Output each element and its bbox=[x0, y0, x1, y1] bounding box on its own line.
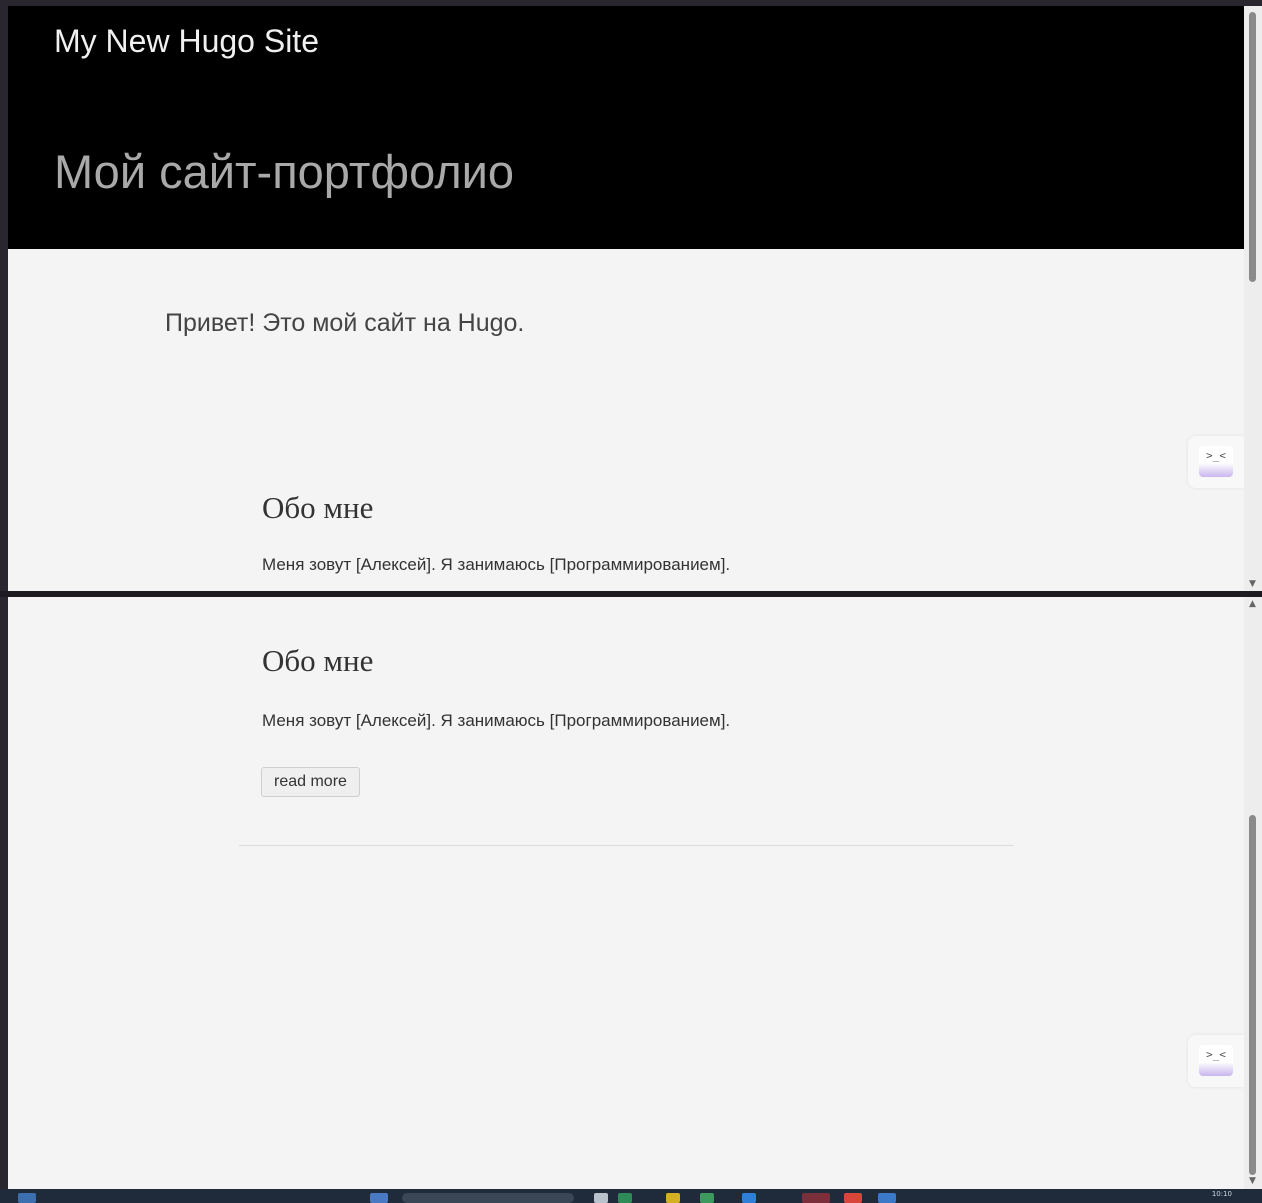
browser-viewport-bottom: Обо мне Меня зовут [Алексей]. Я занимаюс… bbox=[8, 597, 1244, 1189]
extension-widget[interactable]: >_< bbox=[1188, 1035, 1244, 1087]
post-title[interactable]: Обо мне bbox=[262, 643, 373, 679]
site-header: My New Hugo Site Мой сайт-портфолио bbox=[8, 6, 1244, 249]
taskbar-app-icon[interactable] bbox=[594, 1193, 608, 1203]
taskbar-app-icon[interactable] bbox=[666, 1193, 680, 1203]
post-divider bbox=[239, 845, 1014, 846]
intro-text: Привет! Это мой сайт на Hugo. bbox=[165, 309, 525, 337]
taskbar-app-icon[interactable] bbox=[844, 1193, 862, 1203]
post-summary: Меня зовут [Алексей]. Я занимаюсь [Прогр… bbox=[262, 711, 731, 730]
scroll-up-arrow-icon[interactable]: ▲ bbox=[1249, 600, 1256, 609]
scrollbar-top[interactable]: ▼ bbox=[1244, 6, 1262, 591]
site-title-link[interactable]: My New Hugo Site bbox=[54, 23, 319, 60]
taskbar-clock[interactable]: 10:10 bbox=[1212, 1190, 1232, 1198]
post-title[interactable]: Обо мне bbox=[262, 490, 373, 526]
hero-title: Мой сайт-портфолио bbox=[54, 145, 515, 198]
browser-viewport-top: My New Hugo Site Мой сайт-портфолио Прив… bbox=[8, 6, 1244, 591]
scrollbar-thumb-bottom[interactable] bbox=[1249, 815, 1256, 1175]
widget-face-icon: >_< bbox=[1199, 1045, 1233, 1076]
start-icon[interactable] bbox=[18, 1193, 36, 1203]
widget-face-icon: >_< bbox=[1199, 446, 1233, 477]
scrollbar-thumb-top[interactable] bbox=[1249, 12, 1256, 282]
scrollbar-bottom[interactable]: ▲ ▼ bbox=[1244, 597, 1262, 1189]
taskbar: 10:10 bbox=[0, 1189, 1262, 1203]
extension-widget[interactable]: >_< bbox=[1188, 436, 1244, 488]
post-summary: Меня зовут [Алексей]. Я занимаюсь [Прогр… bbox=[262, 555, 731, 574]
taskbar-app-icon[interactable] bbox=[370, 1193, 388, 1203]
taskbar-app-icon[interactable] bbox=[700, 1193, 714, 1203]
taskbar-app-icon[interactable] bbox=[742, 1193, 756, 1203]
scroll-down-arrow-icon[interactable]: ▼ bbox=[1249, 580, 1256, 589]
taskbar-app-icon[interactable] bbox=[618, 1193, 632, 1203]
taskbar-app-icon[interactable] bbox=[878, 1193, 896, 1203]
taskbar-search-box[interactable] bbox=[402, 1193, 574, 1203]
read-more-button[interactable]: read more bbox=[261, 767, 360, 797]
scroll-down-arrow-icon[interactable]: ▼ bbox=[1249, 1177, 1256, 1186]
taskbar-app-icon[interactable] bbox=[802, 1193, 830, 1203]
